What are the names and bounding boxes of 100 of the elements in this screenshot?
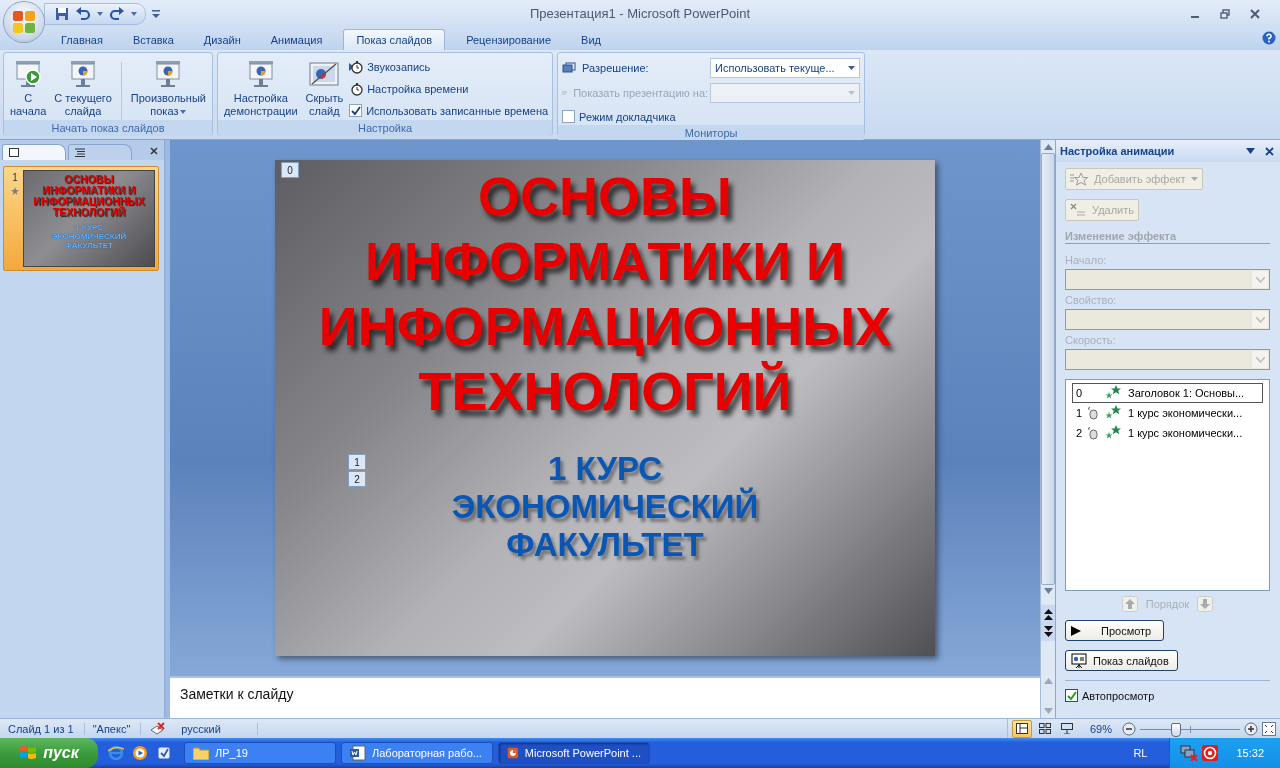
- scroll-up-icon[interactable]: [1043, 144, 1053, 150]
- animation-tag[interactable]: 0: [281, 162, 299, 178]
- field-label: Разрешение:: [562, 62, 709, 74]
- ribbon-tab[interactable]: Рецензирование: [451, 29, 567, 50]
- ribbon-button[interactable]: С начала: [8, 56, 49, 120]
- preview-button[interactable]: Просмотр: [1065, 620, 1165, 641]
- fit-to-window-icon[interactable]: [1262, 721, 1276, 736]
- caret-icon: [848, 91, 856, 95]
- next-slide-icon[interactable]: [1043, 626, 1053, 637]
- antivirus-icon[interactable]: [1202, 745, 1219, 761]
- previous-slide-icon[interactable]: [1043, 609, 1053, 620]
- view-button[interactable]: [1011, 719, 1032, 738]
- field-label: Скорость:: [1065, 334, 1117, 346]
- effect-item[interactable]: 2 1 курс экономически...: [1072, 423, 1263, 443]
- ribbon-button[interactable]: Звукозапись: [349, 58, 549, 75]
- document-icon: [350, 745, 366, 761]
- slide-counter: Слайд 1 из 1: [0, 722, 85, 735]
- caret-icon: [848, 66, 856, 70]
- zoom-out-icon[interactable]: [1122, 721, 1136, 736]
- stopwatch-icon: [349, 81, 364, 96]
- thumbnail-subtitle: 1 КУРС ЭКОНОМИЧЕСКИЙ ФАКУЛЬТЕТ: [50, 223, 128, 250]
- slide-show-button[interactable]: Показ слайдов: [1065, 650, 1178, 671]
- presentation-app-icon: [507, 745, 519, 761]
- effect-item[interactable]: 1 1 курс экономически...: [1072, 403, 1263, 423]
- ribbon-tab[interactable]: Дизайн: [188, 29, 256, 50]
- ribbon-tab[interactable]: Анимация: [255, 29, 338, 50]
- effect-item[interactable]: 0 Заголовок 1: Основы...: [1072, 383, 1263, 403]
- slider-thumb[interactable]: [1171, 722, 1181, 737]
- slide-subtitle-line: 1 КУРС: [546, 450, 663, 487]
- outline-icon: [75, 148, 85, 157]
- office-logo-icon: [11, 9, 37, 35]
- taskbar-button[interactable]: Microsoft PowerPoint ...: [498, 742, 650, 764]
- media-player-icon[interactable]: [132, 745, 148, 761]
- stars-icon: [1104, 385, 1122, 401]
- ribbon-tab[interactable]: Показ слайдов: [343, 29, 446, 50]
- mouse-icon: [1088, 406, 1098, 420]
- vertical-scrollbar[interactable]: [1040, 140, 1055, 718]
- theme-name: "Апекс": [84, 722, 142, 735]
- microphone-icon: [349, 59, 364, 74]
- restore-icon[interactable]: [1220, 9, 1230, 19]
- thumbnail-title: ОСНОВЫ ИНФОРМАТИКИ И ИНФОРМАЦИОННЫХ ТЕХНОЛОГИЙ: [32, 174, 146, 218]
- customize-toolbar-icon[interactable]: [152, 10, 160, 18]
- slide-number: 1: [12, 172, 18, 183]
- language-indicator[interactable]: русский: [173, 722, 258, 735]
- slide-title-line: ОСНОВЫ: [477, 165, 733, 228]
- caret-icon[interactable]: [1246, 148, 1255, 154]
- caret-icon[interactable]: [131, 12, 137, 16]
- close-icon[interactable]: [150, 147, 158, 155]
- start-button[interactable]: пуск: [0, 738, 98, 768]
- slide-title-line: ИНФОРМАТИКИ И: [364, 230, 846, 293]
- pane-tab[interactable]: [2, 144, 66, 160]
- star-icon: [11, 187, 19, 195]
- checkbox[interactable]: Использовать записанные времена: [349, 102, 549, 119]
- spell-check-icon[interactable]: [149, 721, 168, 736]
- chevron-down-icon: [1255, 316, 1265, 323]
- taskbar-button[interactable]: ЛР_19: [184, 742, 336, 764]
- chevron-down-icon: [1255, 356, 1265, 363]
- dropdown[interactable]: Использовать текуще...: [710, 58, 861, 78]
- ribbon-button[interactable]: Настройка времени: [349, 80, 549, 97]
- stars-icon: [1104, 405, 1122, 421]
- animation-tag[interactable]: 1: [348, 454, 366, 470]
- section-heading: Изменение эффекта: [1065, 230, 1270, 244]
- projector-screen-icon: [1060, 723, 1073, 734]
- zoom-in-icon[interactable]: [1244, 721, 1258, 736]
- checkbox[interactable]: Режим докладчика: [562, 108, 861, 125]
- autopreview-checkbox[interactable]: Автопросмотр: [1065, 689, 1155, 702]
- window-title: Презентация1 - Microsoft PowerPoint: [529, 6, 751, 21]
- check-icon: [350, 105, 361, 116]
- undo-icon[interactable]: [75, 7, 91, 21]
- ribbon-tab[interactable]: Вставка: [117, 29, 189, 50]
- keyboard-layout-indicator[interactable]: RL: [1133, 747, 1148, 759]
- browser-icon[interactable]: [108, 745, 124, 761]
- ribbon-button[interactable]: Произвольный показ: [128, 56, 208, 120]
- sorter-view-icon: [1038, 723, 1051, 734]
- windows-logo-icon: [19, 745, 38, 761]
- group-title: Мониторы: [558, 125, 865, 141]
- close-icon[interactable]: [1250, 9, 1260, 19]
- ribbon-tab[interactable]: Вид: [566, 29, 616, 50]
- monitor-icon: [562, 62, 577, 74]
- close-icon[interactable]: [1265, 146, 1274, 156]
- redo-icon[interactable]: [109, 7, 125, 21]
- folder-icon: [193, 746, 209, 760]
- taskbar-button[interactable]: Лабораторная рабо...: [341, 742, 493, 764]
- zoom-slider[interactable]: [1140, 721, 1240, 736]
- ribbon-button[interactable]: Скрыть слайд: [303, 56, 346, 120]
- ribbon-button[interactable]: Настройка демонстрации: [221, 56, 300, 120]
- slide-thumbnail-row[interactable]: 1 ОСНОВЫ ИНФОРМАТИКИ И ИНФОРМАЦИОННЫХ ТЕХНОЛОГИЙ 1 КУРС ЭКОНОМИЧЕСКИЙ ФАКУЛЬТЕТ: [3, 166, 159, 271]
- star-icon: [1070, 172, 1088, 186]
- animation-tag[interactable]: 2: [348, 471, 366, 487]
- scroll-down-icon[interactable]: [1043, 588, 1053, 594]
- zoom-level[interactable]: 69%: [1089, 722, 1112, 735]
- ribbon-button[interactable]: С текущего слайда: [52, 56, 114, 120]
- caret-icon[interactable]: [97, 12, 103, 16]
- network-disconnected-icon[interactable]: [1180, 745, 1199, 761]
- save-icon[interactable]: [55, 7, 69, 21]
- normal-view-icon: [1015, 723, 1028, 734]
- help-icon[interactable]: [1262, 31, 1276, 45]
- play-icon: [1071, 625, 1081, 636]
- ribbon-tab[interactable]: Главная: [46, 29, 118, 50]
- slide-subtitle-line: ФАКУЛЬТЕТ: [505, 526, 705, 564]
